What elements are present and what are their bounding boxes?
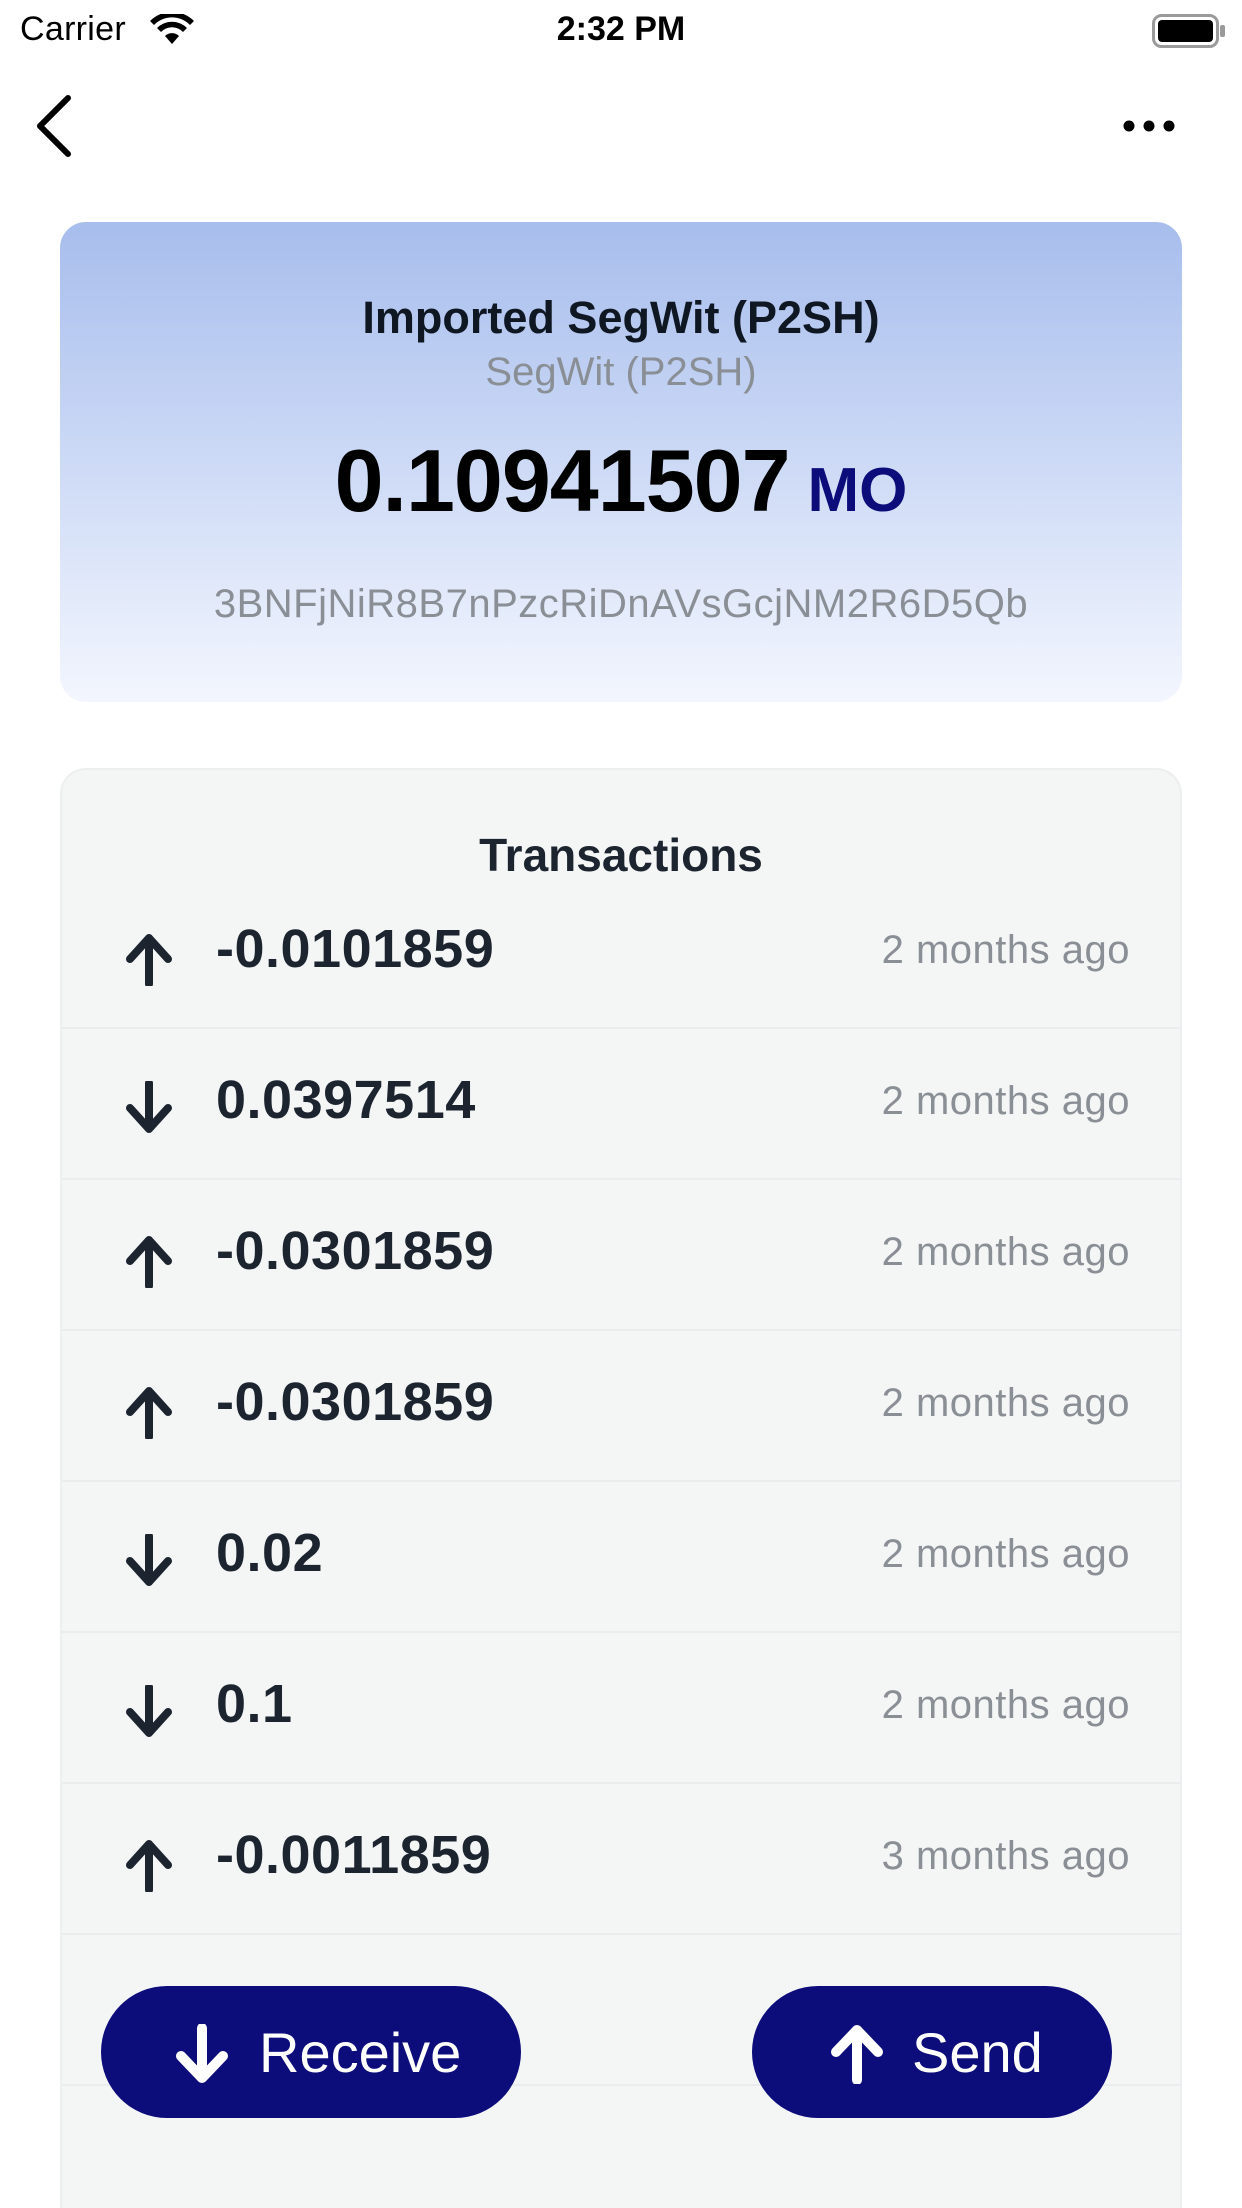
transaction-row[interactable]: 0.02 2 months ago bbox=[62, 1482, 1180, 1633]
send-button[interactable]: Send bbox=[752, 1986, 1112, 2118]
battery-icon bbox=[1152, 14, 1225, 48]
status-bar: Carrier 2:32 PM bbox=[0, 0, 1242, 62]
transaction-amount: -0.0011859 bbox=[216, 1825, 492, 1885]
wallet-transactions-screen: Carrier 2:32 PM Imported SegWit (P2SH) S… bbox=[0, 0, 1242, 2208]
transaction-row[interactable]: -0.0101859 2 months ago bbox=[62, 878, 1180, 1029]
transaction-amount: -0.0301859 bbox=[216, 1372, 495, 1432]
transaction-time: 2 months ago bbox=[881, 928, 1130, 972]
more-horizontal-icon[interactable] bbox=[1118, 104, 1180, 148]
chevron-left-icon[interactable] bbox=[30, 92, 80, 160]
receive-button[interactable]: Receive bbox=[101, 1986, 521, 2118]
arrow-up-icon bbox=[831, 2025, 883, 2084]
wallet-type: SegWit (P2SH) bbox=[485, 350, 757, 394]
arrow-down-icon bbox=[176, 2024, 228, 2083]
transaction-row[interactable]: -0.0301859 2 months ago bbox=[62, 1180, 1180, 1331]
arrow-up-icon bbox=[126, 1387, 172, 1439]
arrow-up-icon bbox=[126, 1840, 172, 1892]
transaction-row[interactable]: -0.0011859 3 months ago bbox=[62, 1784, 1180, 1935]
wallet-address[interactable]: 3BNFjNiR8B7nPzcRiDnAVsGcjNM2R6D5Qb bbox=[60, 582, 1182, 627]
arrow-up-icon bbox=[126, 1236, 172, 1288]
transaction-time: 2 months ago bbox=[881, 1532, 1130, 1576]
transaction-row[interactable]: -0.0301859 2 months ago bbox=[62, 1331, 1180, 1482]
transaction-row[interactable]: 0.1 2 months ago bbox=[62, 1633, 1180, 1784]
transaction-amount: 0.02 bbox=[216, 1523, 324, 1583]
receive-button-label: Receive bbox=[259, 2021, 462, 2084]
wallet-balance[interactable]: 0.10941507 bbox=[335, 431, 791, 530]
wallet-balance-unit: MO bbox=[807, 456, 908, 525]
wallet-balance-row[interactable]: 0.10941507 MO bbox=[60, 430, 1182, 532]
arrow-down-icon bbox=[126, 1534, 172, 1586]
transaction-amount: -0.0101859 bbox=[216, 919, 495, 979]
arrow-down-icon bbox=[126, 1685, 172, 1737]
arrow-down-icon bbox=[126, 1081, 172, 1133]
transactions-title: Transactions bbox=[479, 829, 763, 881]
transaction-time: 2 months ago bbox=[881, 1079, 1130, 1123]
transaction-row[interactable]: 0.0397514 2 months ago bbox=[62, 1029, 1180, 1180]
transaction-time: 2 months ago bbox=[881, 1683, 1130, 1727]
arrow-up-icon bbox=[126, 934, 172, 986]
transaction-amount: -0.0301859 bbox=[216, 1221, 495, 1281]
transaction-amount: 0.1 bbox=[216, 1674, 293, 1734]
wallet-label: Imported SegWit (P2SH) bbox=[362, 292, 880, 343]
transaction-time: 3 months ago bbox=[881, 1834, 1130, 1878]
transaction-amount: 0.0397514 bbox=[216, 1070, 476, 1130]
wallet-header-card: Imported SegWit (P2SH) SegWit (P2SH) 0.1… bbox=[60, 222, 1182, 702]
clock-label: 2:32 PM bbox=[556, 10, 686, 48]
transactions-list: -0.0101859 2 months ago 0.0397514 2 mont… bbox=[62, 878, 1180, 2086]
transaction-time: 2 months ago bbox=[881, 1381, 1130, 1425]
transaction-time: 2 months ago bbox=[881, 1230, 1130, 1274]
send-button-label: Send bbox=[912, 2021, 1043, 2084]
